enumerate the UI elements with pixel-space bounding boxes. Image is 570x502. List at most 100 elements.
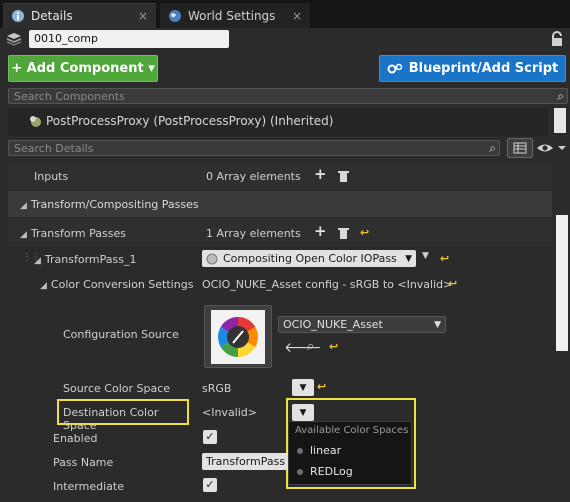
chevron-down-icon: ▼ bbox=[405, 253, 412, 264]
available-color-spaces-popup: Available Color Spaces linear REDLog bbox=[288, 421, 412, 485]
source-color-space-label: Source Color Space bbox=[63, 382, 171, 395]
use-selected-arrow-icon[interactable]: 🡐 bbox=[284, 339, 322, 356]
transform-passes-label: ◢ Transform Passes bbox=[20, 227, 126, 240]
color-conversion-value: OCIO_NUKE_Asset config - sRGB to <Invali… bbox=[202, 278, 453, 291]
popup-title: Available Color Spaces bbox=[295, 425, 409, 436]
options-chevron-icon[interactable]: ▼ bbox=[422, 251, 429, 261]
collapse-arrow-icon[interactable]: ◢ bbox=[20, 230, 27, 240]
component-tree: PostProcessProxy (PostProcessProxy) (Inh… bbox=[8, 108, 548, 136]
eye-icon[interactable] bbox=[536, 141, 566, 155]
asset-picker-value: OCIO_NUKE_Asset bbox=[283, 318, 383, 331]
color-conversion-text: Color Conversion Settings bbox=[50, 278, 194, 291]
pass-name-value: TransformPass bbox=[206, 455, 286, 468]
search-details-input[interactable]: Search Details ⌕ bbox=[8, 140, 500, 156]
globe-icon bbox=[169, 9, 181, 22]
tab-world-settings[interactable]: World Settings × bbox=[160, 3, 310, 28]
trash-icon[interactable] bbox=[338, 227, 349, 239]
configuration-source-row: Configuration Source bbox=[8, 298, 552, 374]
trash-icon[interactable] bbox=[338, 170, 349, 182]
option-label: REDLog bbox=[310, 465, 353, 478]
collapse-arrow-icon[interactable]: ◢ bbox=[20, 201, 27, 211]
collapse-arrow-icon[interactable]: ◢ bbox=[40, 281, 47, 291]
reset-to-default-icon[interactable]: ↩ bbox=[329, 340, 338, 353]
enabled-checkbox[interactable]: ✓ bbox=[203, 430, 217, 444]
search-icon: ⌕ bbox=[557, 89, 564, 103]
collapse-arrow-icon[interactable]: ◢ bbox=[34, 256, 41, 266]
blueprint-add-script-button[interactable]: Blueprint/Add Script bbox=[379, 55, 566, 82]
add-component-button[interactable]: + Add Component ▾ bbox=[8, 55, 158, 82]
tab-details-label: Details bbox=[31, 9, 73, 23]
add-component-label: + Add Component ▾ bbox=[11, 61, 155, 76]
tab-details[interactable]: Details × bbox=[3, 3, 156, 28]
enabled-row: Enabled bbox=[8, 426, 552, 450]
destination-color-space-dropdown[interactable]: ▼ bbox=[292, 404, 314, 421]
transform-passes-value: 1 Array elements bbox=[206, 227, 301, 240]
intermediate-label: Intermediate bbox=[53, 480, 124, 493]
intermediate-row: Intermediate bbox=[8, 474, 552, 498]
destination-color-space-value: <Invalid> bbox=[202, 406, 257, 419]
add-element-icon[interactable]: + bbox=[314, 165, 327, 183]
source-color-space-row: Source Color Space sRGB bbox=[8, 376, 552, 400]
category-label: ◢ Transform/Compositing Passes bbox=[20, 198, 199, 211]
bullet-icon bbox=[297, 447, 303, 454]
component-tree-scrollbar[interactable] bbox=[554, 108, 566, 133]
search-details-placeholder: Search Details bbox=[14, 142, 94, 155]
pass-name-label: Pass Name bbox=[53, 456, 114, 469]
details-icon bbox=[12, 10, 24, 22]
reset-to-default-icon[interactable]: ↩ bbox=[317, 380, 326, 393]
source-color-space-value: sRGB bbox=[202, 382, 232, 395]
transform-pass-1-row: ⋮⋮ ◢ TransformPass_1 Compositing Open Col… bbox=[8, 247, 552, 271]
browse-search-icon[interactable]: ⌕ bbox=[307, 339, 314, 354]
color-conversion-label: ◢ Color Conversion Settings bbox=[40, 278, 193, 291]
component-tree-item[interactable]: PostProcessProxy (PostProcessProxy) (Inh… bbox=[28, 114, 333, 128]
color-space-option-redlog[interactable]: REDLog bbox=[297, 465, 353, 478]
close-icon[interactable]: × bbox=[138, 9, 148, 23]
destination-label-highlight: Destination Color Space bbox=[57, 399, 189, 432]
search-icon: ⌕ bbox=[489, 141, 496, 155]
inputs-label: Inputs bbox=[34, 170, 69, 183]
view-options-button[interactable] bbox=[507, 138, 533, 158]
actor-cube-icon bbox=[6, 33, 22, 46]
transform-pass-1-label: ◢ TransformPass_1 bbox=[34, 253, 136, 266]
search-components-placeholder: Search Components bbox=[14, 90, 125, 103]
actor-name-input[interactable]: 0010_comp bbox=[29, 30, 229, 48]
pass-name-input[interactable]: TransformPass bbox=[202, 453, 288, 470]
transform-passes-row: ◢ Transform Passes 1 Array elements + ↩ bbox=[8, 220, 552, 246]
class-icon bbox=[206, 253, 218, 264]
bullet-icon bbox=[297, 468, 303, 475]
pass-class-value: Compositing Open Color IOPass bbox=[223, 252, 397, 265]
details-scrollbar[interactable] bbox=[556, 215, 568, 351]
reset-to-default-icon[interactable]: ↩ bbox=[448, 277, 457, 290]
component-label: PostProcessProxy (PostProcessProxy) (Inh… bbox=[46, 114, 334, 128]
table-view-icon bbox=[513, 142, 527, 154]
color-conversion-row: ◢ Color Conversion Settings OCIO_NUKE_Ass… bbox=[8, 272, 552, 296]
lock-icon[interactable] bbox=[550, 31, 564, 47]
category-text: Transform/Compositing Passes bbox=[30, 198, 199, 211]
chevron-down-icon: ▼ bbox=[434, 319, 441, 330]
chevron-down-icon: ▼ bbox=[299, 407, 307, 418]
tab-world-settings-label: World Settings bbox=[188, 8, 276, 23]
pass-class-combo[interactable]: Compositing Open Color IOPass ▼ bbox=[202, 250, 416, 267]
asset-picker-combo[interactable]: OCIO_NUKE_Asset ▼ bbox=[278, 316, 446, 333]
inputs-value: 0 Array elements bbox=[206, 170, 301, 183]
category-header[interactable]: ◢ Transform/Compositing Passes bbox=[8, 191, 552, 217]
inputs-row: Inputs 0 Array elements + bbox=[8, 164, 552, 188]
component-icon bbox=[30, 116, 41, 127]
close-icon[interactable]: × bbox=[292, 9, 302, 23]
gears-icon bbox=[387, 63, 402, 73]
reset-to-default-icon[interactable]: ↩ bbox=[440, 252, 449, 265]
search-components-input[interactable]: Search Components ⌕ bbox=[8, 88, 568, 104]
blueprint-label: Blueprint/Add Script bbox=[408, 61, 559, 76]
enabled-label: Enabled bbox=[53, 432, 98, 445]
color-space-option-linear[interactable]: linear bbox=[297, 444, 341, 457]
add-element-icon[interactable]: + bbox=[314, 222, 327, 240]
transform-passes-text: Transform Passes bbox=[30, 227, 126, 240]
chevron-down-icon: ▼ bbox=[299, 382, 307, 393]
color-wheel-icon bbox=[211, 310, 265, 364]
option-label: linear bbox=[310, 444, 342, 457]
reset-to-default-icon[interactable]: ↩ bbox=[360, 226, 369, 239]
asset-thumbnail[interactable] bbox=[204, 305, 272, 368]
source-color-space-dropdown[interactable]: ▼ bbox=[292, 379, 314, 396]
intermediate-checkbox[interactable]: ✓ bbox=[203, 478, 217, 492]
configuration-source-label: Configuration Source bbox=[63, 328, 179, 341]
